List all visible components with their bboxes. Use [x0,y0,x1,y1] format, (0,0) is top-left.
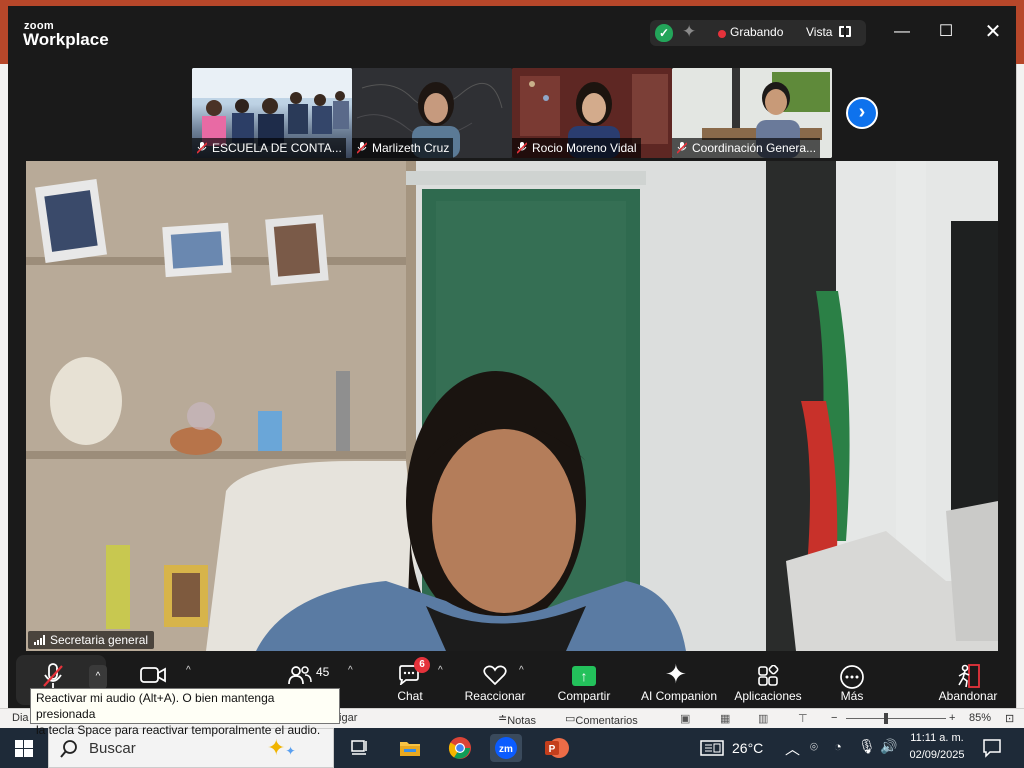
video-camera-icon [140,667,166,683]
zoom-level[interactable]: 85% [969,712,991,724]
slide-indicator: Dia [12,712,29,724]
zoom-in-button[interactable]: + [949,712,955,724]
minimize-button[interactable]: — [890,20,914,44]
ai-companion-button[interactable]: ✦ AI Companion [638,651,720,708]
webcam-icon[interactable]: ⌾ [810,739,818,755]
ai-sparkle-icon: ✦ [665,659,687,689]
apps-label: Aplicaciones [734,689,802,703]
notifications-icon[interactable] [982,738,1002,758]
leave-icon [958,664,980,688]
more-button[interactable]: Más [830,651,874,708]
slide-sorter-icon[interactable]: ▦ [720,712,730,725]
react-label: Reaccionar [464,689,526,703]
participants-icon [288,666,312,685]
participant-name: Rocio Moreno Vidal [512,138,641,158]
notes-button[interactable]: ≐ Notas [498,712,536,727]
apps-icon [758,665,779,686]
zoom-slider[interactable] [846,718,946,719]
fit-slide-icon[interactable]: ⊡ [1005,712,1014,725]
maximize-button[interactable]: ☐ [934,20,958,44]
zoom-window: zoom Workplace ✓ ✦ Grabando Vista — ☐ ✕ [8,6,1016,708]
recording-dot-icon [718,30,726,38]
participants-options-caret[interactable]: ^ [348,665,353,676]
participant-tile[interactable]: Coordinación Genera... [672,68,832,158]
participants-count: 45 [316,665,330,679]
microphone-icon[interactable]: 🎙 [858,738,876,755]
share-arrow-icon: ↑ [572,666,596,686]
windows-start-icon[interactable] [15,740,33,757]
share-label: Compartir [557,689,611,703]
recording-status[interactable]: Grabando [730,25,783,39]
search-placeholder: Buscar [89,740,136,757]
apps-button[interactable]: Aplicaciones [730,651,806,708]
ai-companion-label: AI Companion [640,689,718,703]
leave-meeting-button[interactable]: Abandonar [930,651,1006,708]
file-explorer-icon[interactable] [394,734,426,762]
unmute-tooltip: Reactivar mi audio (Alt+A). O bien mante… [30,688,340,737]
participant-name: ESCUELA DE CONTA... [192,138,346,158]
close-button[interactable]: ✕ [981,20,1005,44]
task-view-icon[interactable] [344,734,376,762]
slideshow-icon[interactable]: ⊤ [798,712,808,725]
tooltip-line-2: la tecla Space para reactivar temporalme… [36,723,321,737]
normal-view-icon[interactable]: ▣ [680,712,690,725]
screen: Dia tigar ≐ Notas ▭ Comentarios ▣ ▦ ▥ ⊤ … [0,0,1024,768]
zoom-out-button[interactable]: − [831,712,837,724]
more-dots-icon [840,665,864,689]
zoom-logo-workplace: Workplace [23,30,109,49]
main-speaker-video[interactable]: Secretaria general [26,161,998,651]
search-icon [60,740,77,758]
clock-time[interactable]: 11:11 a. m. [905,732,969,744]
muted-mic-icon [197,142,207,154]
volume-icon[interactable]: 🔊 [880,738,897,755]
chrome-icon[interactable] [444,734,476,762]
zoom-titlebar: zoom Workplace ✓ ✦ Grabando Vista — ☐ ✕ [8,6,1016,58]
chat-options-caret[interactable]: ^ [438,665,443,676]
video-options-caret[interactable]: ^ [186,665,191,676]
wifi-icon[interactable]: ◔ [834,739,842,754]
participant-tile[interactable]: Marlizeth Cruz [352,68,512,158]
participant-name: Marlizeth Cruz [352,138,454,158]
tooltip-line-1: Reactivar mi audio (Alt+A). O bien mante… [36,691,275,721]
security-shield-icon[interactable]: ✓ [655,24,673,42]
chat-label: Chat [397,689,423,703]
view-button-label[interactable]: Vista [806,25,832,39]
react-button[interactable]: Reaccionar [460,651,530,708]
heart-icon [483,665,507,685]
signal-bars-icon [34,635,48,645]
view-grid-icon[interactable] [839,26,851,37]
zoom-slider-thumb[interactable] [884,713,888,724]
muted-mic-icon [677,142,687,154]
svg-text:zm: zm [499,744,513,755]
speaker-video-frame [26,161,998,651]
leave-label: Abandonar [938,689,998,703]
ai-sparkle-icon[interactable]: ✦ [682,22,696,42]
audio-options-caret[interactable]: ^ [89,665,107,689]
muted-mic-icon [43,663,63,688]
chat-button[interactable]: 6 Chat [388,651,432,708]
temperature[interactable]: 26°C [732,740,763,756]
svg-text:P: P [549,744,556,755]
powerpoint-icon[interactable]: P [540,734,572,762]
speaker-name-label: Secretaria general [28,631,155,649]
share-screen-button[interactable]: ↑ Compartir [552,651,616,708]
search-highlight-icon[interactable]: ✦✦ [267,735,296,761]
participant-name: Coordinación Genera... [672,138,821,158]
react-options-caret[interactable]: ^ [519,665,524,676]
reading-view-icon[interactable]: ▥ [758,712,768,725]
zoom-taskbar-icon[interactable]: zm [490,734,522,762]
participant-tile[interactable]: ESCUELA DE CONTA... [192,68,352,158]
powerpoint-left-edge [0,64,8,708]
tray-overflow-chevron-icon[interactable]: ︿ [785,738,800,759]
chat-unread-badge: 6 [414,657,430,673]
participant-tile[interactable]: Rocio Moreno Vidal [512,68,672,158]
powerpoint-scrollbar[interactable] [1016,64,1024,708]
muted-mic-icon [517,142,527,154]
weather-news-icon[interactable] [700,739,724,757]
more-label: Más [840,689,864,703]
muted-mic-icon [357,142,367,154]
clock-date[interactable]: 02/09/2025 [905,749,969,761]
next-participants-button[interactable]: › [846,97,878,129]
comments-button[interactable]: ▭ Comentarios [565,712,638,727]
